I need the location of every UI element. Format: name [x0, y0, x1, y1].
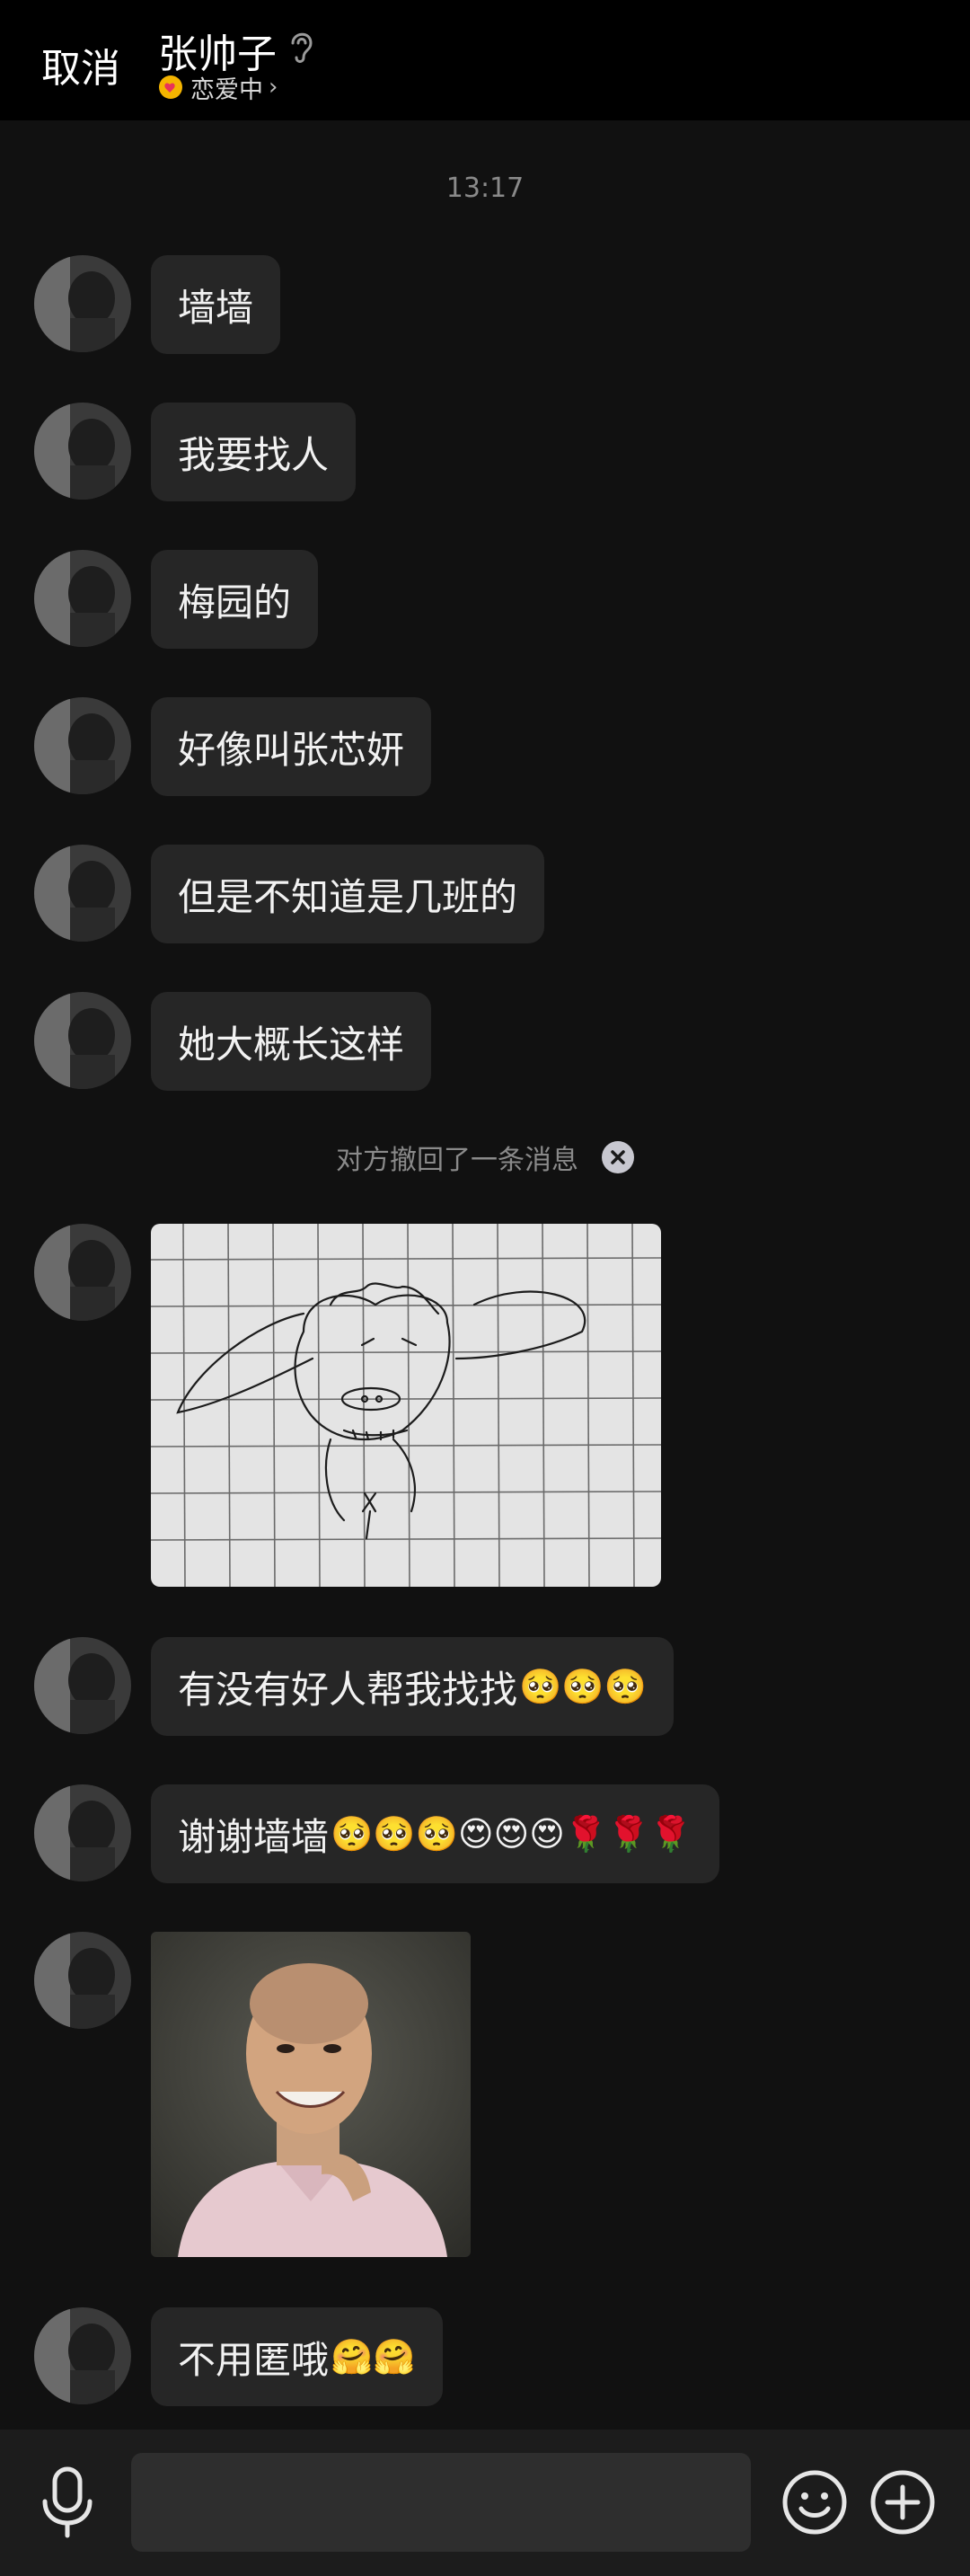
chat-header: 取消 张帅子 恋爱中 › [0, 0, 970, 120]
message-text: 我要找人 [178, 432, 330, 477]
avatar[interactable] [34, 403, 131, 500]
avatar[interactable] [34, 255, 131, 352]
avatar[interactable] [34, 845, 131, 942]
input-bar [0, 2430, 970, 2576]
pig-drawing-image[interactable] [151, 1224, 661, 1587]
message-bubble[interactable]: 谢谢墙墙 🥺🥺🥺😍😍😍🌹🌹🌹 [151, 1784, 719, 1883]
ear-icon[interactable] [286, 27, 318, 66]
avatar[interactable] [34, 550, 131, 647]
message-text: 好像叫张芯妍 [178, 727, 405, 772]
message-text: 不用匿哦 [178, 2337, 330, 2382]
message-text: 梅园的 [178, 580, 292, 624]
heart-emoji-icon [159, 75, 182, 99]
message-text: 她大概长这样 [178, 1022, 405, 1067]
recall-notice: 对方撤回了一条消息 [0, 1138, 970, 1177]
message-bubble[interactable]: 我要找人 [151, 403, 357, 501]
message-text: 谢谢墙墙 [178, 1814, 330, 1859]
message-text: 但是不知道是几班的 [178, 874, 518, 919]
message-text: 有没有好人帮我找找 [178, 1667, 518, 1712]
relationship-status[interactable]: 恋爱中 › [158, 72, 278, 104]
status-text: 恋爱中 [190, 75, 263, 104]
close-icon[interactable] [602, 1141, 634, 1173]
message-text: 墙墙 [178, 285, 254, 330]
message-input[interactable] [131, 2453, 751, 2552]
message-bubble[interactable]: 墙墙 [151, 255, 281, 354]
message-bubble[interactable]: 好像叫张芯妍 [151, 697, 432, 796]
message-bubble[interactable]: 有没有好人帮我找找 🥺🥺🥺 [151, 1637, 674, 1736]
avatar[interactable] [34, 1932, 131, 2029]
recall-text: 对方撤回了一条消息 [336, 1145, 578, 1176]
avatar[interactable] [34, 1784, 131, 1881]
hugging-face-emoji: 🤗🤗 [331, 2336, 416, 2377]
avatar[interactable] [34, 1224, 131, 1321]
message-bubble[interactable]: 梅园的 [151, 550, 319, 649]
microphone-icon[interactable] [38, 2465, 97, 2539]
cancel-button[interactable]: 取消 [41, 36, 120, 93]
avatar[interactable] [34, 1637, 131, 1734]
chevron-right-icon: › [269, 74, 278, 101]
message-bubble[interactable]: 不用匿哦 🤗🤗 [151, 2307, 443, 2406]
add-icon[interactable] [869, 2469, 936, 2536]
message-bubble[interactable]: 但是不知道是几班的 [151, 845, 545, 943]
emoji-sequence: 🥺🥺🥺😍😍😍🌹🌹🌹 [331, 1813, 692, 1854]
pleading-face-emoji: 🥺🥺🥺 [519, 1666, 647, 1706]
emoji-icon[interactable] [781, 2469, 848, 2536]
message-bubble[interactable]: 她大概长这样 [151, 992, 432, 1091]
chat-area[interactable]: 13:17 墙墙 我要找人 梅园的 好像叫张芯妍 但是不知道是几班的 她大概长这… [0, 120, 970, 2430]
timestamp: 13:17 [445, 173, 525, 204]
avatar[interactable] [34, 697, 131, 794]
avatar[interactable] [34, 992, 131, 1089]
smiling-man-photo[interactable] [151, 1932, 471, 2257]
avatar[interactable] [34, 2307, 131, 2404]
